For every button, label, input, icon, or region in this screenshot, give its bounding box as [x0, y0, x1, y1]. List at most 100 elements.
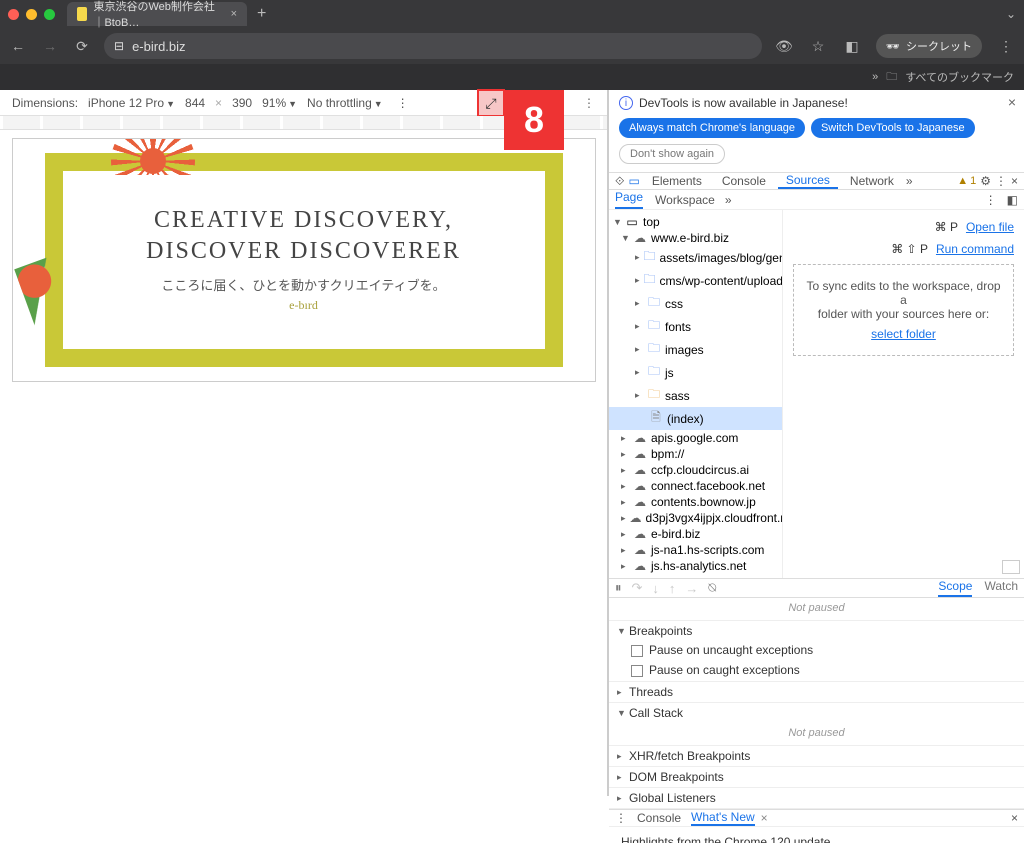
subtabs-overflow-icon[interactable]: » — [719, 193, 732, 207]
tree-node-sass[interactable]: ▸🗀sass — [609, 384, 782, 407]
section-header-callstack[interactable]: ▼Call Stack — [609, 703, 1024, 723]
notice-close-icon[interactable]: × — [1008, 94, 1016, 110]
subtabs-menu-icon[interactable]: ⋮ — [985, 193, 997, 207]
sidepanel-icon[interactable]: ◧ — [842, 38, 862, 55]
tab-network[interactable]: Network — [842, 173, 902, 189]
bookmarks-overflow[interactable]: » — [872, 71, 878, 83]
device-options-icon[interactable]: ⋮ — [397, 96, 409, 110]
tree-cloud[interactable]: ▸☁connect.facebook.net — [609, 478, 782, 494]
devtools-menu-icon[interactable]: ⋮ — [995, 174, 1007, 188]
drawer-tab-close-icon[interactable]: × — [761, 811, 768, 825]
checkbox-uncaught[interactable] — [631, 645, 643, 657]
subtab-workspace[interactable]: Workspace — [647, 193, 715, 207]
tab-console[interactable]: Console — [714, 173, 774, 189]
url-bar[interactable]: ⊟ e-bird.biz — [104, 33, 762, 59]
section-header-dom[interactable]: ▸DOM Breakpoints — [609, 767, 1024, 787]
maximize-window-icon[interactable] — [44, 9, 55, 20]
drawer-tabs: ⋮ Console What's New × × — [609, 809, 1024, 827]
step-over-icon[interactable]: ↷ — [632, 580, 643, 596]
back-button[interactable]: ← — [8, 38, 28, 54]
incognito-eye-icon[interactable]: 👁 — [774, 38, 794, 55]
tree-cloud[interactable]: ▸☁bpm:// — [609, 446, 782, 462]
select-folder-link[interactable]: select folder — [871, 327, 936, 341]
incognito-badge[interactable]: 🕶 シークレット — [876, 34, 982, 58]
chip-switch-japanese[interactable]: Switch DevTools to Japanese — [811, 118, 975, 138]
drawer-menu-icon[interactable]: ⋮ — [615, 811, 627, 825]
device-more-icon[interactable]: ⋮ — [583, 96, 595, 110]
tree-node-index[interactable]: 🗎(index) — [609, 407, 782, 430]
issues-warning[interactable]: ▲ 1 — [957, 175, 976, 187]
section-breakpoints: ▼Breakpoints Pause on uncaught exception… — [609, 621, 1024, 682]
workspace-dropzone[interactable]: To sync edits to the workspace, drop a f… — [793, 264, 1014, 356]
tree-domain[interactable]: ▼☁www.e-bird.biz — [609, 230, 782, 246]
tree-node[interactable]: ▸🗀cms/wp-content/uploads — [609, 269, 782, 292]
tabs-overflow-icon[interactable]: » — [906, 174, 913, 188]
chip-dont-show[interactable]: Don't show again — [619, 144, 725, 164]
zoom-selector[interactable]: 91%▼ — [262, 96, 297, 110]
device-mode-icon[interactable]: ▭ — [628, 174, 639, 188]
tree-cloud[interactable]: ▸☁ccfp.cloudcircus.ai — [609, 462, 782, 478]
sources-sidebar-icon[interactable]: ◧ — [1007, 193, 1018, 207]
tree-cloud[interactable]: ▸☁e-bird.biz — [609, 526, 782, 542]
tree-top[interactable]: ▼▭top — [609, 214, 782, 230]
step-into-icon[interactable]: ↓ — [652, 581, 659, 596]
drawer-body: Highlights from the Chrome 120 update Th… — [609, 827, 1024, 843]
close-window-icon[interactable] — [8, 9, 19, 20]
expand-pane-icon[interactable] — [1002, 560, 1020, 574]
subtab-page[interactable]: Page — [615, 190, 643, 209]
devtools-close-icon[interactable]: × — [1011, 174, 1018, 188]
deactivate-bp-icon[interactable]: ⍉ — [708, 580, 716, 596]
minimize-window-icon[interactable] — [26, 9, 37, 20]
section-header-global[interactable]: ▸Global Listeners — [609, 788, 1024, 808]
bookmark-star-icon[interactable]: ☆ — [808, 38, 828, 55]
settings-gear-icon[interactable]: ⚙ — [980, 174, 991, 188]
inspect-icon[interactable]: ⟐ — [615, 174, 624, 189]
tab-close-icon[interactable]: × — [231, 8, 237, 20]
section-header-xhr[interactable]: ▸XHR/fetch Breakpoints — [609, 746, 1024, 766]
section-header-threads[interactable]: ▸Threads — [609, 682, 1024, 702]
tab-scope[interactable]: Scope — [938, 579, 972, 597]
rotate-device-button[interactable]: ⤢ — [477, 89, 505, 117]
browser-tab[interactable]: 東京渋谷のWeb制作会社｜BtoB… × — [67, 2, 247, 26]
drawer-tab-whatsnew[interactable]: What's New — [691, 810, 755, 826]
drawer-tab-console[interactable]: Console — [637, 811, 681, 825]
url-text: e-bird.biz — [132, 39, 185, 54]
window-expand-icon[interactable]: ⌄ — [1006, 7, 1016, 21]
overflow-menu-icon[interactable]: ⋮ — [996, 38, 1016, 55]
device-selector[interactable]: iPhone 12 Pro▼ — [88, 96, 175, 110]
reload-button[interactable]: ⟳ — [72, 38, 92, 55]
chip-match-language[interactable]: Always match Chrome's language — [619, 118, 805, 138]
tree-node[interactable]: ▸🗀assets/images/blog/genericon — [609, 246, 782, 269]
section-header-breakpoints[interactable]: ▼Breakpoints — [609, 621, 1024, 641]
tree-node[interactable]: ▸🗀js — [609, 361, 782, 384]
tree-cloud[interactable]: ▸☁d3pj3vgx4ijpjx.cloudfront.net — [609, 510, 782, 526]
pause-icon[interactable]: ⏸ — [615, 580, 622, 596]
run-command-link[interactable]: Run command — [936, 242, 1014, 256]
new-tab-button[interactable]: + — [257, 5, 266, 23]
device-height[interactable]: 390 — [232, 96, 252, 110]
all-bookmarks[interactable]: すべてのブックマーク — [905, 69, 1014, 85]
tree-node[interactable]: ▸🗀images — [609, 338, 782, 361]
open-file-link[interactable]: Open file — [966, 220, 1014, 234]
hero-content: CREATIVE DISCOVERY, DISCOVER DISCOVERER … — [67, 175, 541, 345]
scope-not-paused: Not paused — [609, 598, 1024, 621]
site-info-icon[interactable]: ⊟ — [114, 39, 124, 53]
tab-elements[interactable]: Elements — [644, 173, 710, 189]
tree-cloud[interactable]: ▸☁js.hs-analytics.net — [609, 558, 782, 574]
tree-cloud[interactable]: ▸☁apis.google.com — [609, 430, 782, 446]
tree-cloud[interactable]: ▸☁js-na1.hs-scripts.com — [609, 542, 782, 558]
step-icon[interactable]: → — [685, 581, 698, 596]
tab-watch[interactable]: Watch — [984, 579, 1018, 597]
device-width[interactable]: 844 — [185, 96, 205, 110]
tree-node[interactable]: ▸🗀css — [609, 292, 782, 315]
throttling-selector[interactable]: No throttling▼ — [307, 96, 383, 110]
tab-sources[interactable]: Sources — [778, 173, 838, 189]
page-frame[interactable]: CREATIVE DISCOVERY, DISCOVER DISCOVERER … — [12, 138, 596, 382]
drawer-close-icon[interactable]: × — [1011, 811, 1018, 825]
tree-node[interactable]: ▸🗀fonts — [609, 315, 782, 338]
tree-cloud[interactable]: ▸☁contents.bownow.jp — [609, 494, 782, 510]
browser-toolbar: ← → ⟳ ⊟ e-bird.biz 👁 ☆ ◧ 🕶 シークレット ⋮ — [0, 28, 1024, 64]
checkbox-caught[interactable] — [631, 665, 643, 677]
window-titlebar: 東京渋谷のWeb制作会社｜BtoB… × + ⌄ — [0, 0, 1024, 28]
step-out-icon[interactable]: ↑ — [669, 581, 676, 596]
